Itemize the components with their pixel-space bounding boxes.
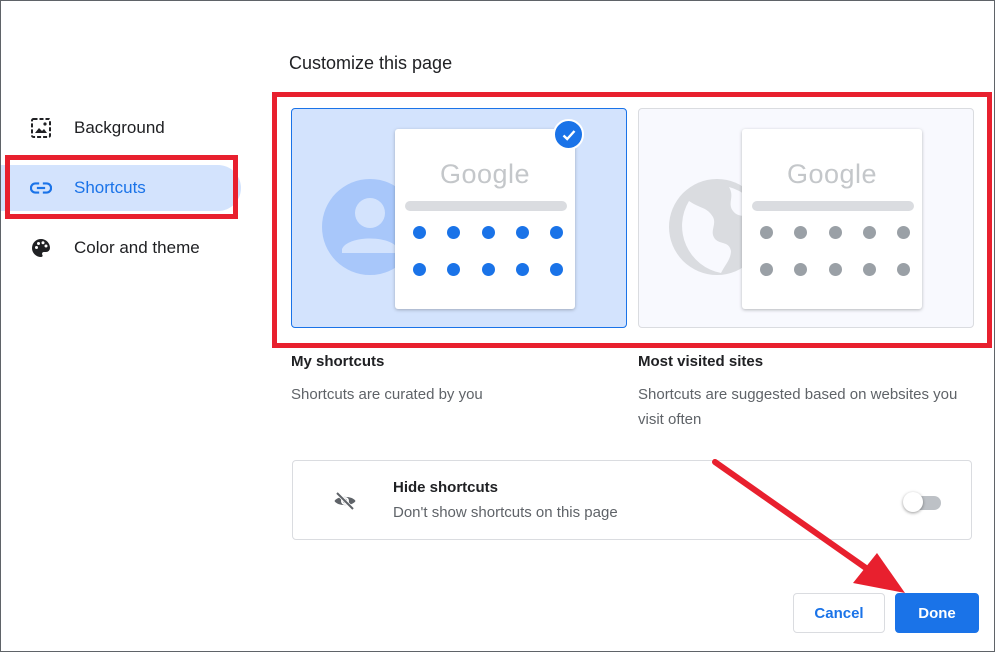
my-shortcuts-title: My shortcuts — [291, 353, 385, 370]
dialog-title: Customize this page — [289, 53, 453, 73]
cancel-button[interactable]: Cancel — [793, 593, 885, 633]
annotation-highlight-shortcuts — [5, 155, 238, 219]
done-button[interactable]: Done — [895, 593, 979, 633]
my-shortcuts-description: Shortcuts are curated by you — [291, 386, 483, 403]
sidebar-item-background[interactable]: Background — [1, 105, 241, 151]
hide-shortcuts-title: Hide shortcuts — [393, 479, 499, 496]
sidebar-item-label: Color and theme — [74, 238, 200, 257]
hide-shortcuts-toggle[interactable] — [903, 491, 943, 512]
hide-shortcuts-row: Hide shortcuts Don't show shortcuts on t… — [292, 460, 972, 540]
most-visited-title: Most visited sites — [638, 353, 764, 370]
toggle-knob — [903, 492, 923, 512]
sidebar-item-label: Background — [74, 118, 165, 137]
palette-icon — [30, 237, 52, 259]
sidebar-item-color-and-theme[interactable]: Color and theme — [1, 225, 241, 271]
image-icon — [30, 117, 52, 139]
most-visited-description: Shortcuts are suggested based on website… — [638, 386, 958, 428]
hide-shortcuts-description: Don't show shortcuts on this page — [393, 504, 618, 521]
annotation-highlight-options — [272, 92, 992, 348]
eye-off-icon — [334, 491, 356, 511]
customize-dialog: Customize this page Background Shortcuts — [0, 0, 995, 652]
